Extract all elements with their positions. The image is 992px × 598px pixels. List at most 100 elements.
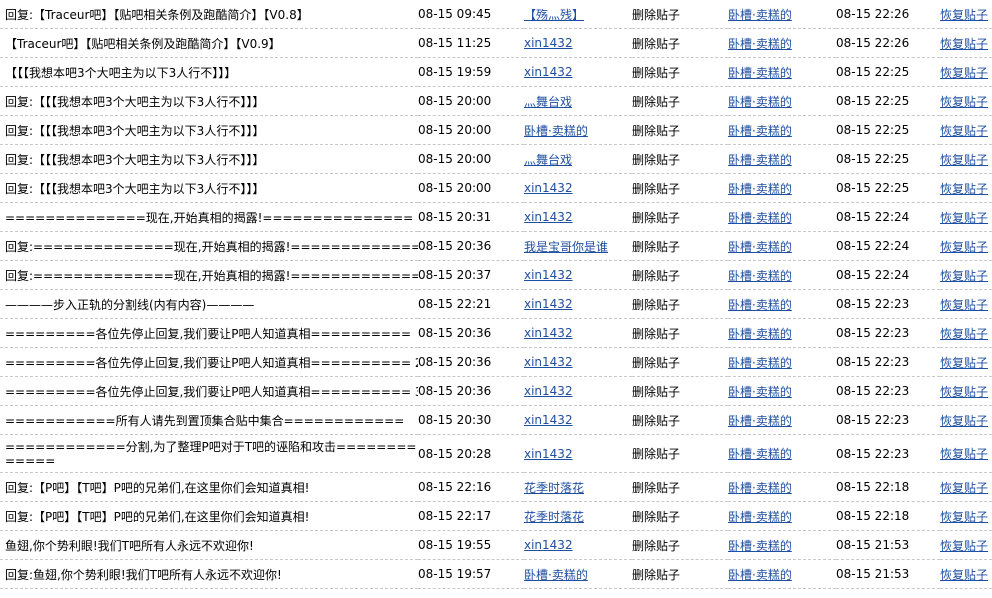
action-type-cell: 删除贴子 — [632, 530, 728, 560]
restore-post-link[interactable]: 恢复贴子 — [940, 447, 988, 461]
post-time-cell: 08-15 19:59 — [418, 57, 524, 87]
restore-post-link[interactable]: 恢复贴子 — [940, 539, 988, 553]
post-author-link[interactable]: 灬舞台戏 — [524, 153, 572, 167]
post-author-link[interactable]: xin1432 — [524, 297, 573, 311]
operator-link[interactable]: 卧槽·卖糕的 — [728, 327, 792, 341]
post-author-link[interactable]: 花季时落花 — [524, 510, 584, 524]
restore-post-link[interactable]: 恢复贴子 — [940, 211, 988, 225]
post-author-link[interactable]: xin1432 — [524, 326, 573, 340]
post-author-link[interactable]: 花季时落花 — [524, 481, 584, 495]
post-title: 回复:==============现在,开始真相的揭露!============… — [5, 268, 418, 283]
action-type: 删除贴子 — [632, 480, 681, 495]
restore-post-link[interactable]: 恢复贴子 — [940, 182, 988, 196]
table-row: =========各位先停止回复,我们要让P吧人知道真相========== 2… — [0, 347, 992, 377]
post-title-cell: 回复:【P吧】【T吧】P吧的兄弟们,在这里你们会知道真相! — [0, 472, 418, 502]
post-title: =========各位先停止回复,我们要让P吧人知道真相========== 2 — [5, 355, 418, 370]
restore-post-link[interactable]: 恢复贴子 — [940, 153, 988, 167]
operator-link[interactable]: 卧槽·卖糕的 — [728, 37, 792, 51]
table-row: 鱼翅,你个势利眼!我们T吧所有人永远不欢迎你! 08-15 19:55 xin143… — [0, 530, 992, 560]
restore-post-link[interactable]: 恢复贴子 — [940, 95, 988, 109]
restore-post-cell: 恢复贴子 — [940, 501, 992, 531]
operator-link[interactable]: 卧槽·卖糕的 — [728, 211, 792, 225]
operator-link[interactable]: 卧槽·卖糕的 — [728, 510, 792, 524]
operator-link[interactable]: 卧槽·卖糕的 — [728, 356, 792, 370]
post-author-link[interactable]: 卧槽·卖糕的 — [524, 568, 588, 582]
post-time-cell: 08-15 20:00 — [418, 86, 524, 116]
operator-link[interactable]: 卧槽·卖糕的 — [728, 269, 792, 283]
restore-post-link[interactable]: 恢复贴子 — [940, 414, 988, 428]
operator-link[interactable]: 卧槽·卖糕的 — [728, 481, 792, 495]
post-title: ==============现在,开始真相的揭露!=============== — [5, 210, 414, 225]
post-author-link[interactable]: 灬舞台戏 — [524, 95, 572, 109]
operation-time-cell: 08-15 22:26 — [836, 0, 940, 29]
post-author-cell: 我是宝哥你是谁 — [524, 231, 632, 261]
action-type: 删除贴子 — [632, 239, 681, 254]
restore-post-link[interactable]: 恢复贴子 — [940, 8, 988, 22]
operation-time-cell: 08-15 22:23 — [836, 347, 940, 377]
restore-post-link[interactable]: 恢复贴子 — [940, 269, 988, 283]
post-author-link[interactable]: xin1432 — [524, 355, 573, 369]
restore-post-link[interactable]: 恢复贴子 — [940, 298, 988, 312]
action-type-cell: 删除贴子 — [632, 231, 728, 261]
operator-link[interactable]: 卧槽·卖糕的 — [728, 414, 792, 428]
restore-post-link[interactable]: 恢复贴子 — [940, 240, 988, 254]
post-author-link[interactable]: 卧槽·卖糕的 — [524, 124, 588, 138]
restore-post-link[interactable]: 恢复贴子 — [940, 124, 988, 138]
post-author-link[interactable]: xin1432 — [524, 384, 573, 398]
action-type-cell: 删除贴子 — [632, 144, 728, 174]
operator-link[interactable]: 卧槽·卖糕的 — [728, 539, 792, 553]
post-time: 08-15 20:28 — [418, 446, 492, 461]
post-author-link[interactable]: 我是宝哥你是谁 — [524, 240, 608, 254]
operator-link[interactable]: 卧槽·卖糕的 — [728, 153, 792, 167]
operator-link[interactable]: 卧槽·卖糕的 — [728, 95, 792, 109]
post-author-cell: xin1432 — [524, 28, 632, 58]
restore-post-link[interactable]: 恢复贴子 — [940, 66, 988, 80]
operator-link[interactable]: 卧槽·卖糕的 — [728, 568, 792, 582]
post-author-link[interactable]: xin1432 — [524, 413, 573, 427]
post-title: 回复:【P吧】【T吧】P吧的兄弟们,在这里你们会知道真相! — [5, 480, 310, 495]
action-type-cell: 删除贴子 — [632, 86, 728, 116]
action-type-cell: 删除贴子 — [632, 57, 728, 87]
post-author-link[interactable]: xin1432 — [524, 181, 573, 195]
post-time-cell: 08-15 22:21 — [418, 289, 524, 319]
operator-link[interactable]: 卧槽·卖糕的 — [728, 240, 792, 254]
post-author-link[interactable]: xin1432 — [524, 36, 573, 50]
operator-link[interactable]: 卧槽·卖糕的 — [728, 124, 792, 138]
post-author-link[interactable]: 【殇灬残】 — [524, 8, 584, 22]
operation-time-cell: 08-15 22:24 — [836, 231, 940, 261]
operator-link[interactable]: 卧槽·卖糕的 — [728, 66, 792, 80]
restore-post-link[interactable]: 恢复贴子 — [940, 481, 988, 495]
operator-link[interactable]: 卧槽·卖糕的 — [728, 298, 792, 312]
post-author-link[interactable]: xin1432 — [524, 65, 573, 79]
operation-time: 08-15 22:23 — [836, 446, 910, 461]
operator-link[interactable]: 卧槽·卖糕的 — [728, 385, 792, 399]
restore-post-link[interactable]: 恢复贴子 — [940, 37, 988, 51]
post-author-link[interactable]: xin1432 — [524, 210, 573, 224]
operator-link[interactable]: 卧槽·卖糕的 — [728, 182, 792, 196]
deleted-posts-table: 回复:【Traceur吧】【贴吧相关条例及跑酷简介】【V0.8】 08-15 09… — [0, 0, 992, 589]
restore-post-link[interactable]: 恢复贴子 — [940, 568, 988, 582]
post-time-cell: 08-15 20:30 — [418, 405, 524, 435]
operator-cell: 卧槽·卖糕的 — [728, 347, 836, 377]
operator-cell: 卧槽·卖糕的 — [728, 559, 836, 589]
operator-link[interactable]: 卧槽·卖糕的 — [728, 8, 792, 22]
restore-post-link[interactable]: 恢复贴子 — [940, 385, 988, 399]
action-type: 删除贴子 — [632, 268, 681, 283]
restore-post-link[interactable]: 恢复贴子 — [940, 356, 988, 370]
operator-cell: 卧槽·卖糕的 — [728, 86, 836, 116]
post-author-cell: xin1432 — [524, 434, 632, 473]
post-author-link[interactable]: xin1432 — [524, 538, 573, 552]
post-author-link[interactable]: xin1432 — [524, 447, 573, 461]
restore-post-cell: 恢复贴子 — [940, 472, 992, 502]
restore-post-link[interactable]: 恢复贴子 — [940, 510, 988, 524]
operation-time-cell: 08-15 21:53 — [836, 530, 940, 560]
operation-time-cell: 08-15 22:25 — [836, 144, 940, 174]
restore-post-cell: 恢复贴子 — [940, 559, 992, 589]
action-type: 删除贴子 — [632, 152, 681, 167]
post-time: 08-15 11:25 — [418, 36, 492, 50]
operation-time: 08-15 22:24 — [836, 210, 910, 224]
post-author-link[interactable]: xin1432 — [524, 268, 573, 282]
restore-post-link[interactable]: 恢复贴子 — [940, 327, 988, 341]
operation-time-cell: 08-15 22:25 — [836, 86, 940, 116]
operator-link[interactable]: 卧槽·卖糕的 — [728, 447, 792, 461]
